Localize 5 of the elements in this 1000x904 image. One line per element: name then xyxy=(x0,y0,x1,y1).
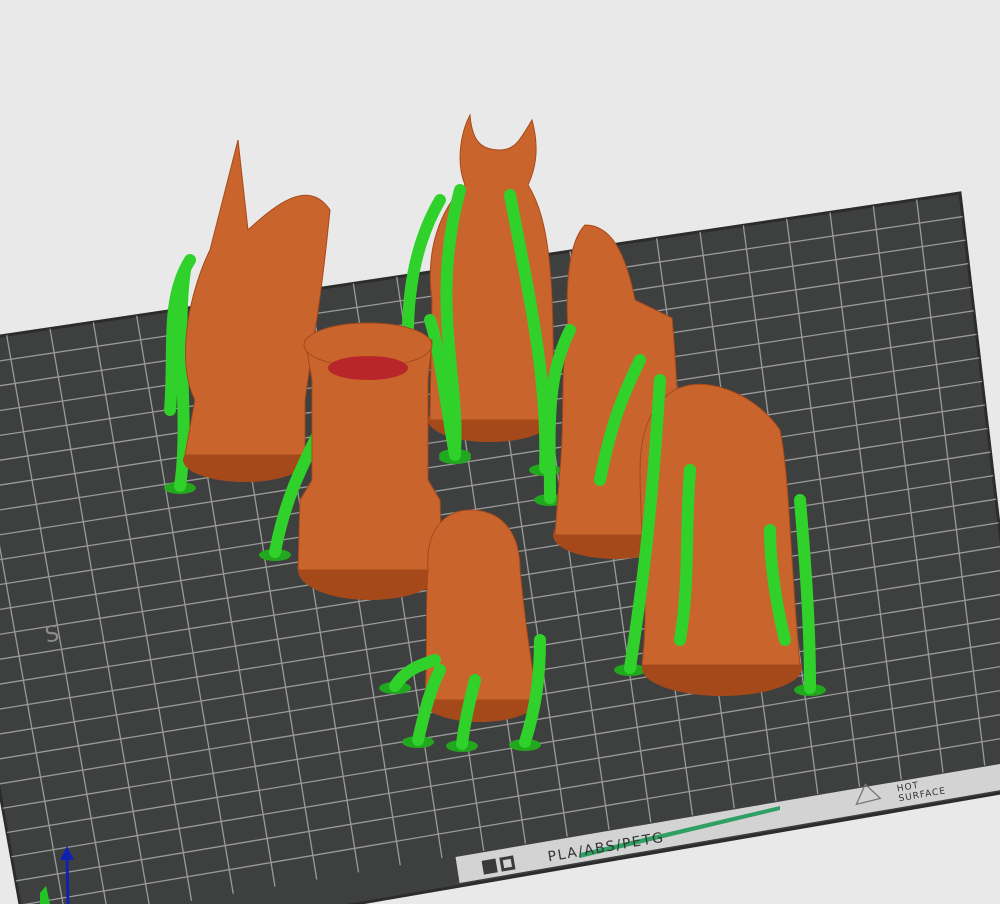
warning-triangle-icon xyxy=(855,783,882,806)
hot-surface-warning: HOT SURFACE xyxy=(896,780,947,804)
plate-logo-icon xyxy=(482,855,516,875)
axis-gizmo-icon xyxy=(40,846,74,904)
plate-edge-text: S xyxy=(43,621,62,648)
